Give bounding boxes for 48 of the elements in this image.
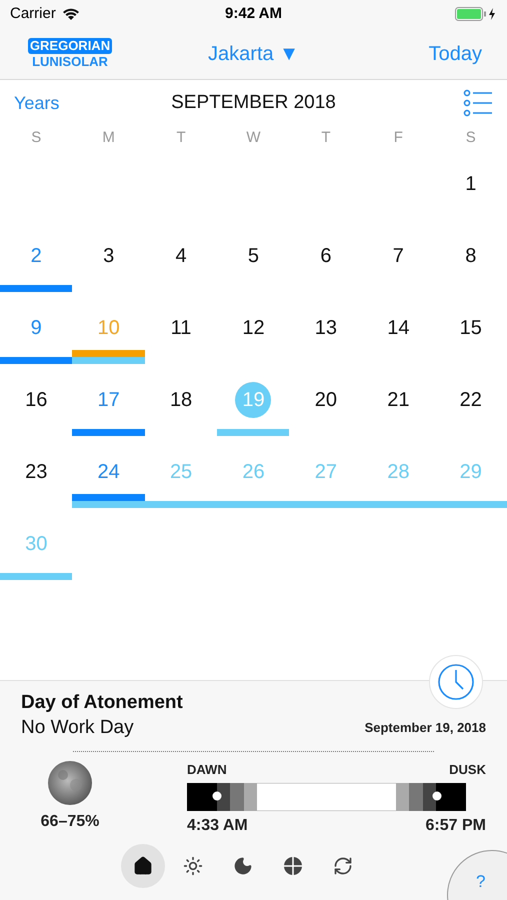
dusk-label: DUSK (449, 761, 486, 779)
day-number[interactable]: 5 (248, 244, 260, 268)
weekday-label: W (245, 128, 262, 148)
moon-icon (233, 856, 253, 876)
refresh-icon (333, 856, 353, 876)
weekday-label: S (464, 128, 477, 148)
wifi-icon (62, 8, 80, 20)
day-number[interactable]: 20 (314, 388, 338, 412)
day-number[interactable]: 22 (460, 388, 482, 412)
day-number[interactable]: 3 (103, 244, 114, 268)
moon-picture-icon (47, 760, 93, 806)
calendar-toggle[interactable]: GREGORIAN (28, 38, 112, 54)
day-number[interactable]: 11 (170, 316, 192, 340)
day-number[interactable]: 6 (320, 244, 332, 268)
home-icon (133, 856, 153, 876)
day-number[interactable]: 16 (25, 388, 48, 412)
carrier-label: Carrier (10, 4, 56, 24)
weekday-label: T (320, 128, 332, 148)
day-number[interactable]: 12 (242, 316, 265, 340)
dusk-time: 6:57 PM (426, 816, 486, 836)
list-icon[interactable] (463, 89, 493, 117)
battery-icon (455, 7, 497, 21)
day-number[interactable]: 23 (25, 460, 48, 484)
sun-icon (183, 856, 203, 876)
day-number[interactable]: 8 (465, 244, 476, 268)
globe-icon (283, 856, 303, 876)
weekday-label: M (101, 128, 116, 148)
day-number[interactable]: 18 (170, 388, 192, 412)
event-subtitle: No Work Day (21, 716, 134, 740)
status-time: 9:42 AM (225, 4, 282, 24)
day-number[interactable]: 15 (460, 316, 482, 340)
event-date: September 19, 2018 (364, 718, 486, 737)
tab-button[interactable] (121, 844, 165, 888)
day-number[interactable]: 4 (176, 244, 187, 268)
day-number[interactable]: 7 (392, 244, 404, 268)
moon-phase-label: 66–75% (40, 812, 100, 832)
weekday-label: F (392, 128, 404, 148)
day-number[interactable]: 14 (387, 316, 410, 340)
weekday-label: S (30, 128, 42, 148)
day-number[interactable]: 21 (387, 388, 410, 412)
dawn-time: 4:33 AM (187, 816, 248, 836)
day-number[interactable]: 13 (314, 316, 338, 340)
clock-icon (437, 663, 475, 701)
day-number[interactable]: 1 (465, 172, 476, 196)
event-title: Day of Atonement (21, 691, 184, 715)
month-title: SEPTEMBER 2018 (171, 90, 336, 115)
dawn-label: DAWN (187, 761, 227, 779)
weekday-label: T (175, 128, 187, 148)
